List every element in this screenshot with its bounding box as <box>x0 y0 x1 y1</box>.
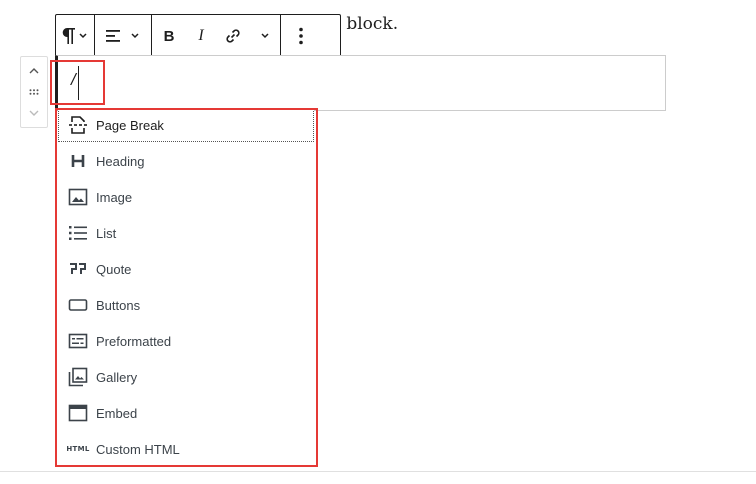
image-icon <box>60 188 96 206</box>
block-type-group <box>56 15 95 57</box>
inserter-item-gallery[interactable]: Gallery <box>58 360 314 394</box>
italic-icon: I <box>198 27 204 44</box>
inserter-item-label: Gallery <box>96 369 138 385</box>
pilcrow-icon <box>61 26 77 46</box>
paragraph-text-behind: h block. <box>330 14 399 34</box>
paragraph-block-switcher[interactable] <box>56 15 94 57</box>
list-icon <box>60 224 96 242</box>
preformatted-icon <box>60 333 96 349</box>
inserter-item-buttons[interactable]: Buttons <box>58 288 314 322</box>
inserter-item-label: Custom HTML <box>96 441 180 457</box>
inserter-item-list[interactable]: List <box>58 216 314 250</box>
link-icon <box>224 27 242 45</box>
inserter-item-label: Embed <box>96 405 138 421</box>
chevron-down-icon <box>77 15 89 57</box>
page-break-icon <box>60 115 96 135</box>
heading-icon <box>60 153 96 169</box>
inserter-item-label: Buttons <box>96 297 141 313</box>
italic-button[interactable]: I <box>186 15 216 57</box>
drag-handle-icon <box>29 89 39 95</box>
buttons-icon <box>60 298 96 312</box>
align-left-icon <box>105 29 121 43</box>
highlight-box-input <box>50 60 105 105</box>
paragraph-block[interactable] <box>55 55 666 111</box>
drag-handle[interactable] <box>21 82 47 102</box>
inserter-item-quote[interactable]: Quote <box>58 252 314 286</box>
move-down-button[interactable] <box>21 103 47 123</box>
more-formats-button[interactable] <box>250 15 280 57</box>
inserter-item-label: Image <box>96 189 133 205</box>
inserter-item-label: Heading <box>96 153 145 169</box>
inserter-item-preformatted[interactable]: Preformatted <box>58 324 314 358</box>
block-mover <box>20 56 48 128</box>
inserter-item-heading[interactable]: Heading <box>58 144 314 178</box>
more-options-button[interactable] <box>281 15 321 57</box>
inserter-item-page-break[interactable]: Page Break <box>58 108 314 142</box>
embed-icon <box>60 404 96 422</box>
format-group: B I <box>152 15 281 57</box>
inserter-item-label: List <box>96 225 117 241</box>
inserter-item-custom-html[interactable]: HTML Custom HTML <box>58 432 314 466</box>
block-inserter-popover: Page Break Heading Image List Quote Butt… <box>58 108 314 466</box>
align-group <box>95 15 152 57</box>
bold-button[interactable]: B <box>152 15 186 57</box>
chevron-down-icon <box>129 15 141 57</box>
html-icon: HTML <box>66 445 90 453</box>
chevron-down-icon <box>259 15 271 57</box>
inserter-item-image[interactable]: Image <box>58 180 314 214</box>
chevron-up-icon <box>29 68 39 74</box>
link-button[interactable] <box>216 15 250 57</box>
inserter-item-embed[interactable]: Embed <box>58 396 314 430</box>
move-up-button[interactable] <box>21 61 47 81</box>
vertical-ellipsis-icon <box>299 27 303 45</box>
bold-icon: B <box>163 27 175 45</box>
chevron-down-icon <box>29 110 39 116</box>
inserter-item-label: Quote <box>96 261 132 277</box>
inserter-item-label: Page Break <box>96 117 164 133</box>
options-group <box>281 15 321 57</box>
block-toolbar: B I <box>55 14 341 58</box>
inserter-item-label: Preformatted <box>96 333 172 349</box>
gallery-icon <box>60 367 96 387</box>
editor-footer-divider <box>0 471 756 472</box>
quote-icon <box>60 261 96 277</box>
align-button[interactable] <box>95 15 151 57</box>
